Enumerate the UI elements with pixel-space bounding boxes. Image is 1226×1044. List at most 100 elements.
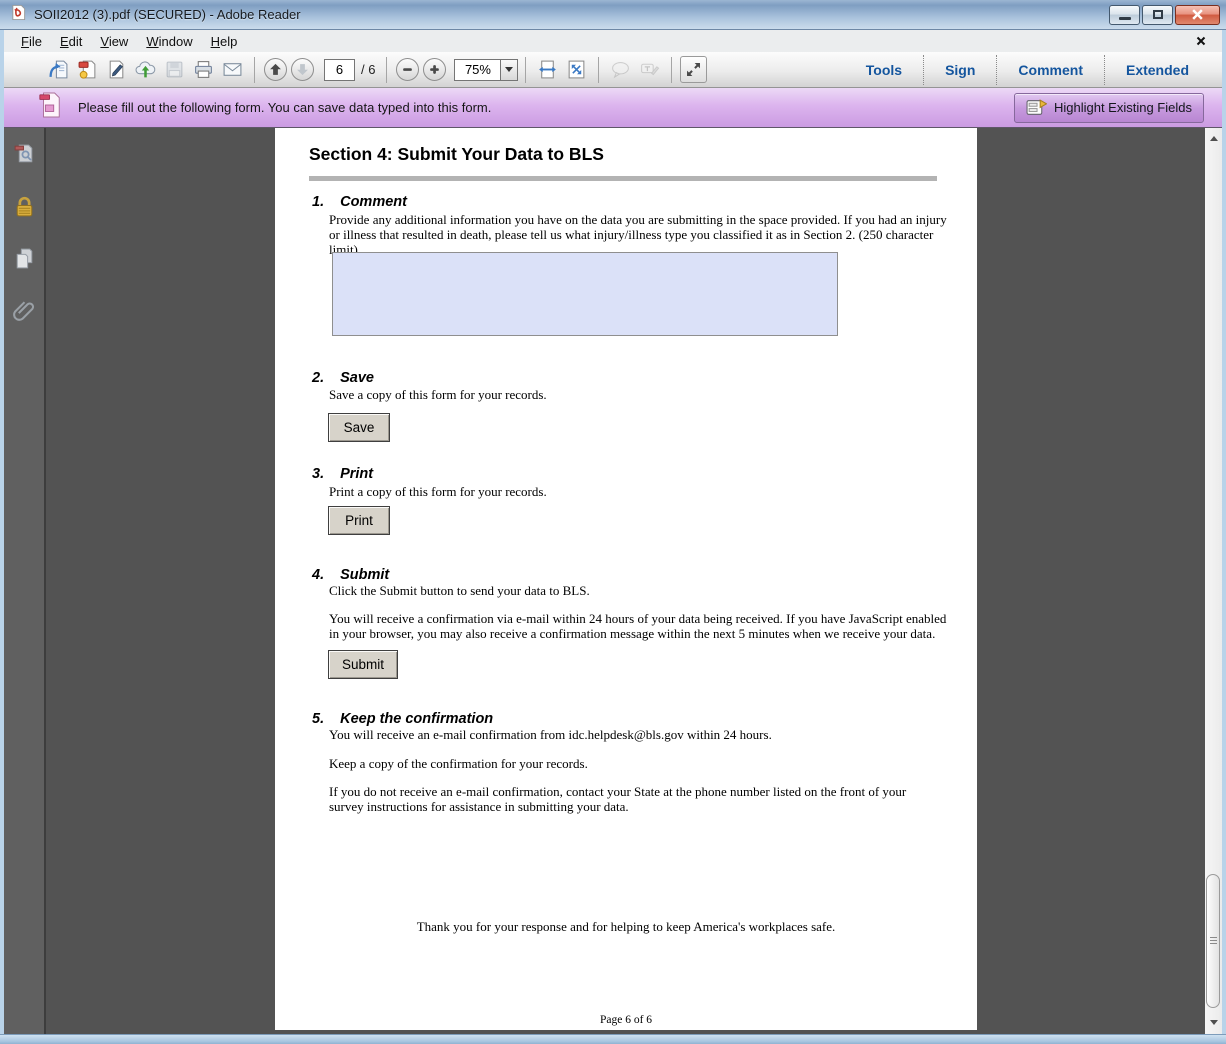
toolbar-separator xyxy=(525,57,526,83)
email-button[interactable] xyxy=(219,56,246,83)
restore-button[interactable] xyxy=(1142,5,1173,25)
chevron-down-icon xyxy=(505,67,513,72)
item-confirmation-title: 5. Keep the confirmation xyxy=(312,711,493,727)
section-heading: Section 4: Submit Your Data to BLS xyxy=(309,144,604,165)
print-icon xyxy=(193,59,214,80)
create-pdf-button[interactable] xyxy=(74,56,101,83)
menu-edit[interactable]: Edit xyxy=(51,32,91,51)
previous-page-button[interactable] xyxy=(264,58,287,81)
item-submit-body2: You will receive a confirmation via e-ma… xyxy=(329,611,954,641)
toolbar-right-nav: Tools Sign Comment Extended xyxy=(845,52,1210,87)
close-document-button[interactable] xyxy=(1188,36,1214,46)
comment-bubble-icon xyxy=(610,59,631,80)
window-bottom-border xyxy=(0,1034,1226,1044)
menu-file[interactable]: File xyxy=(12,32,51,51)
open-file-icon xyxy=(48,59,69,80)
item-number: 5. xyxy=(312,711,324,727)
save-button[interactable] xyxy=(161,56,188,83)
create-pdf-icon xyxy=(77,59,98,80)
highlight-existing-fields-button[interactable]: Highlight Existing Fields xyxy=(1014,93,1204,123)
zoom-in-button[interactable] xyxy=(423,58,446,81)
highlight-existing-fields-label: Highlight Existing Fields xyxy=(1054,100,1192,115)
menubar: File Edit View Window Help xyxy=(4,30,1222,52)
form-print-button[interactable]: Print xyxy=(328,506,390,535)
item-submit-title: 4.Submit xyxy=(312,567,389,583)
upload-cloud-icon xyxy=(135,59,156,80)
upload-cloud-button[interactable] xyxy=(132,56,159,83)
scroll-up-button[interactable] xyxy=(1205,130,1222,146)
pdf-app-icon xyxy=(10,4,27,26)
security-settings-button[interactable] xyxy=(10,192,38,220)
item-print-body: Print a copy of this form for your recor… xyxy=(329,484,954,499)
tools-button[interactable]: Tools xyxy=(845,62,923,78)
print-button[interactable] xyxy=(190,56,217,83)
toolbar-separator xyxy=(254,57,255,83)
content-area: Section 4: Submit Your Data to BLS 1.Com… xyxy=(4,128,1222,1034)
scrollbar-thumb[interactable] xyxy=(1206,874,1220,1008)
fullscreen-button[interactable] xyxy=(680,56,707,83)
item-confirmation-body3: If you do not receive an e-mail confirma… xyxy=(329,784,934,814)
item-confirmation-body: You will receive an e-mail confirmation … xyxy=(329,727,954,742)
fit-width-button[interactable] xyxy=(534,56,561,83)
email-icon xyxy=(222,59,243,80)
open-file-button[interactable] xyxy=(45,56,72,83)
page-thumbnails-icon xyxy=(11,141,38,168)
sign-document-icon xyxy=(106,59,127,80)
comment-panel-button[interactable]: Comment xyxy=(997,62,1104,78)
toolbar: / 6 75% xyxy=(4,52,1222,88)
fit-page-icon xyxy=(566,59,587,80)
next-page-button[interactable] xyxy=(291,58,314,81)
extended-panel-button[interactable]: Extended xyxy=(1105,62,1210,78)
item-number: 3. xyxy=(312,466,324,482)
page-footer: Page 6 of 6 xyxy=(275,1014,977,1026)
zoom-dropdown-button[interactable] xyxy=(500,59,518,81)
scroll-down-button[interactable] xyxy=(1205,1014,1222,1030)
sign-document-button[interactable] xyxy=(103,56,130,83)
comment-bubble-button[interactable] xyxy=(607,56,634,83)
page-number-input[interactable] xyxy=(324,59,355,81)
item-title: Save xyxy=(340,370,374,386)
form-save-button[interactable]: Save xyxy=(328,413,390,442)
menu-help[interactable]: Help xyxy=(202,32,247,51)
menu-view[interactable]: View xyxy=(91,32,137,51)
vertical-scrollbar[interactable] xyxy=(1205,128,1222,1034)
next-page-icon xyxy=(296,63,309,76)
toolbar-separator xyxy=(598,57,599,83)
comment-textarea[interactable] xyxy=(332,252,838,336)
zoom-out-button[interactable] xyxy=(396,58,419,81)
minimize-button[interactable] xyxy=(1109,5,1140,25)
item-print-title: 3.Print xyxy=(312,466,373,482)
item-save-title: 2.Save xyxy=(312,370,374,386)
item-submit-body: Click the Submit button to send your dat… xyxy=(329,583,954,598)
menu-window[interactable]: Window xyxy=(137,32,201,51)
thank-you-text: Thank you for your response and for help… xyxy=(275,919,977,935)
form-notice-message: Please fill out the following form. You … xyxy=(78,100,491,115)
attachments-panel-button[interactable] xyxy=(10,296,38,324)
item-save-body: Save a copy of this form for your record… xyxy=(329,387,954,402)
fit-page-button[interactable] xyxy=(563,56,590,83)
page-thumbnails-button[interactable] xyxy=(10,140,38,168)
adobe-reader-window: SOII2012 (3).pdf (SECURED) - Adobe Reade… xyxy=(0,0,1226,1044)
scroll-up-icon xyxy=(1210,136,1218,141)
attachments-paperclip-icon xyxy=(11,297,38,324)
form-submit-button[interactable]: Submit xyxy=(328,650,398,679)
zoom-in-icon xyxy=(428,63,441,76)
item-title: Comment xyxy=(340,194,407,210)
scroll-down-icon xyxy=(1210,1020,1218,1025)
titlebar: SOII2012 (3).pdf (SECURED) - Adobe Reade… xyxy=(0,0,1226,30)
sign-panel-button[interactable]: Sign xyxy=(924,62,996,78)
close-document-icon xyxy=(1196,36,1206,46)
item-title: Keep the confirmation xyxy=(340,711,493,727)
minimize-icon xyxy=(1119,17,1131,20)
restore-icon xyxy=(1153,10,1163,19)
zoom-combo: 75% xyxy=(454,59,518,81)
heading-rule xyxy=(309,176,937,181)
close-button[interactable] xyxy=(1175,5,1220,25)
zoom-level-value[interactable]: 75% xyxy=(454,59,500,81)
page-total-label: / 6 xyxy=(361,62,375,77)
form-notice-bar: Please fill out the following form. You … xyxy=(4,88,1222,128)
close-icon xyxy=(1191,9,1204,20)
text-annotation-button[interactable] xyxy=(636,56,663,83)
toolbar-separator xyxy=(671,57,672,83)
pages-panel-button[interactable] xyxy=(10,244,38,272)
